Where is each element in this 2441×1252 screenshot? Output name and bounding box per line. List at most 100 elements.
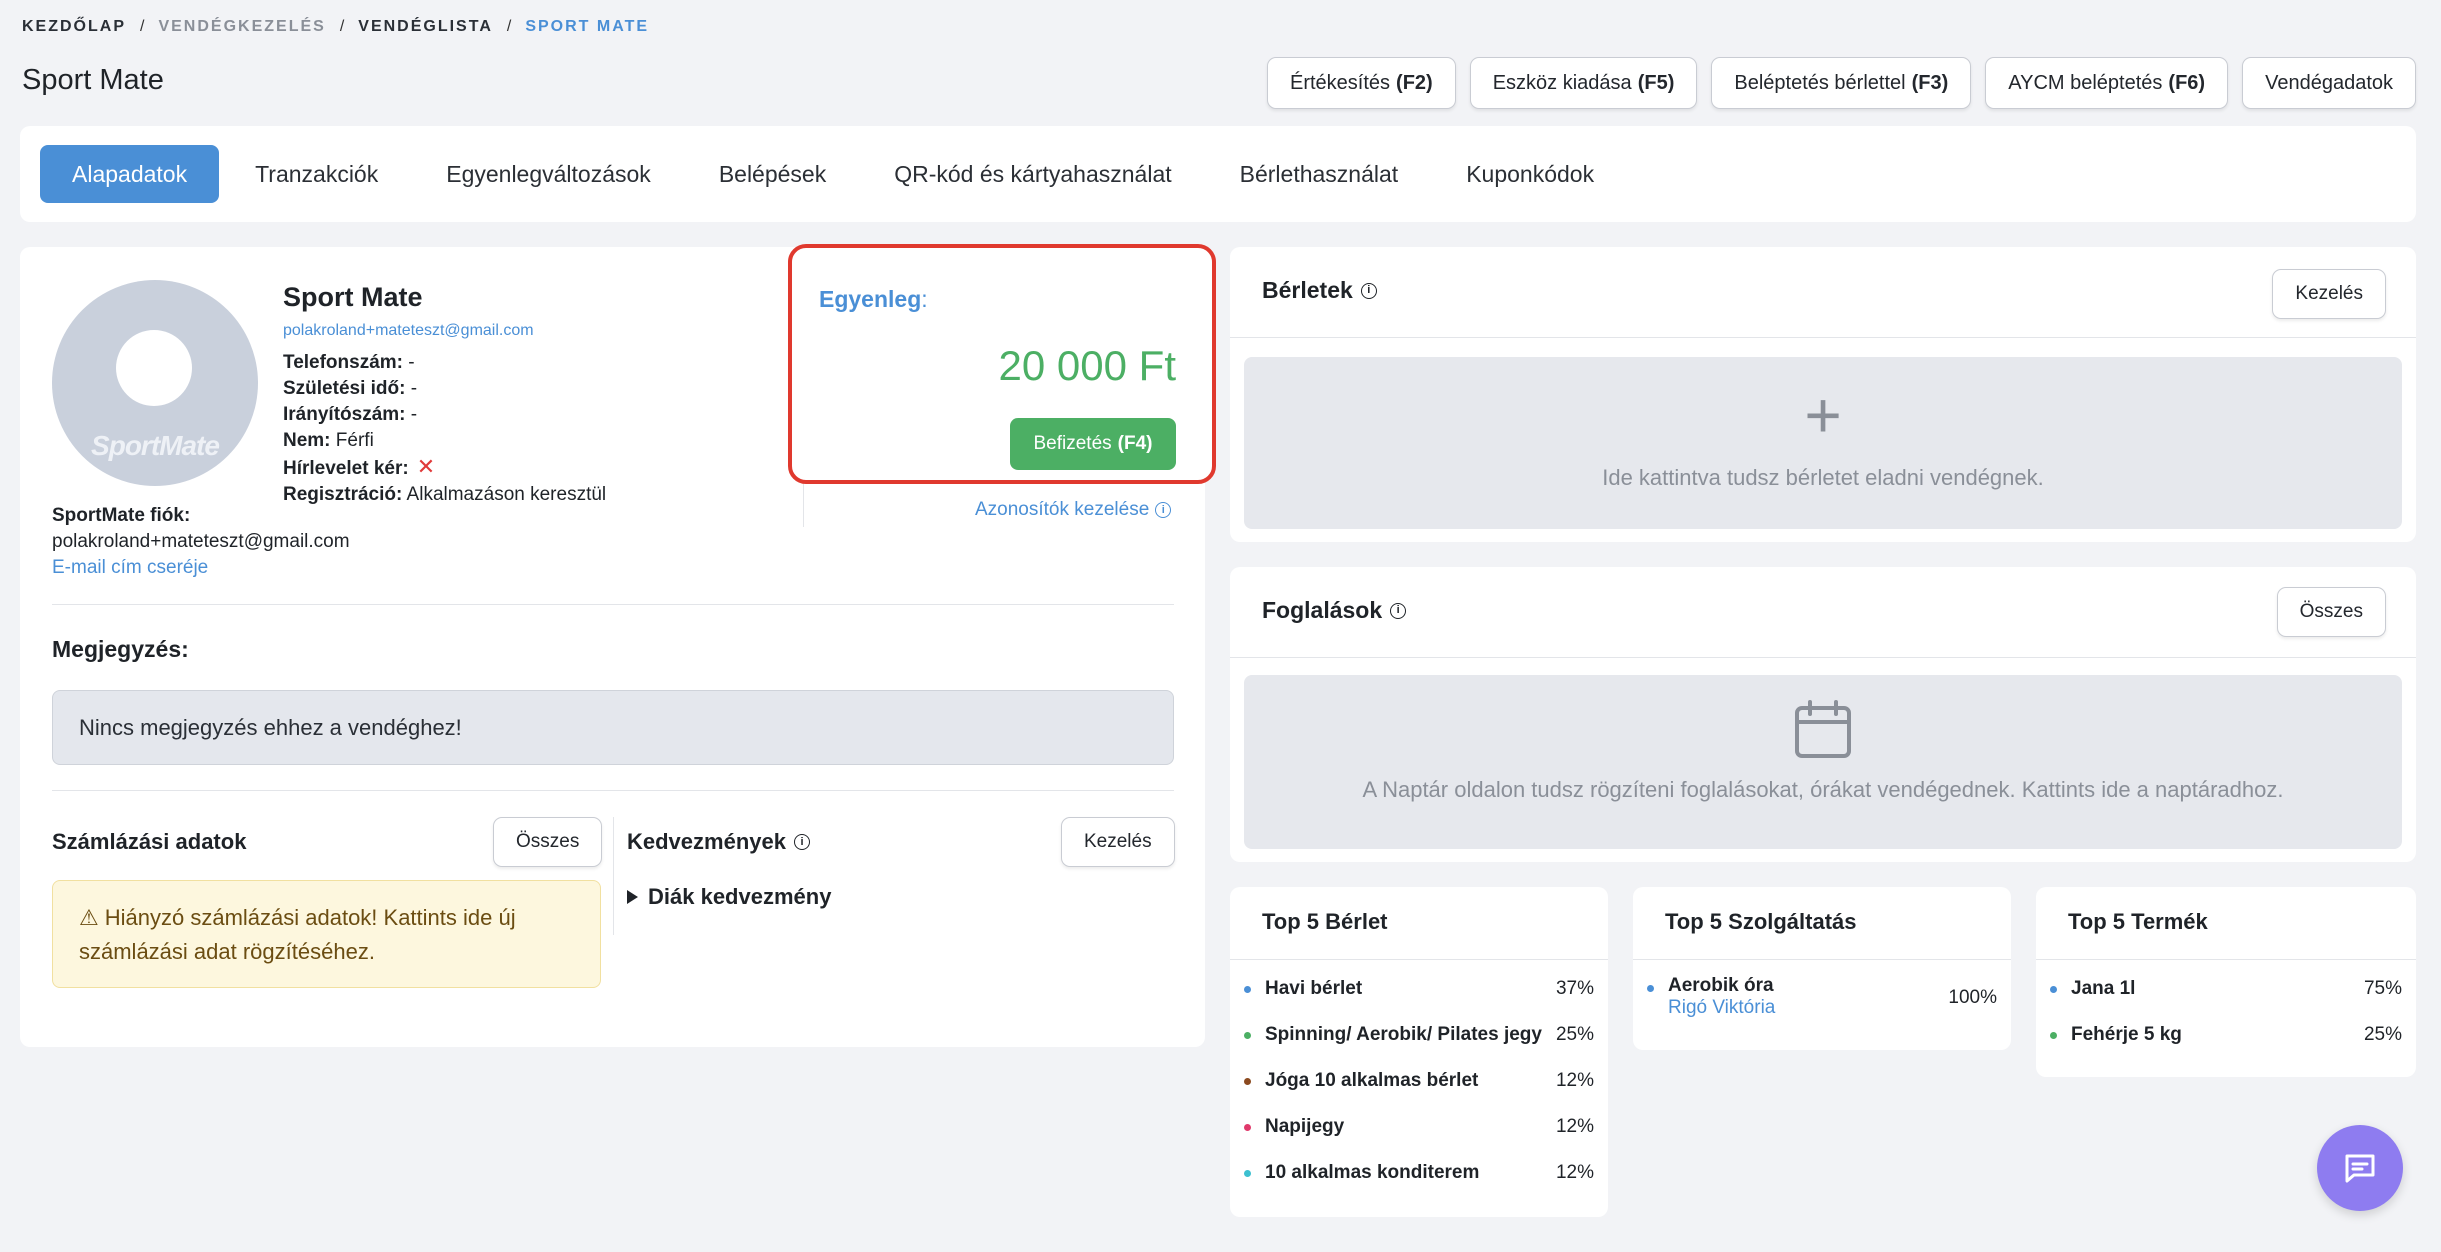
deposit-shortcut: (F4) — [1117, 433, 1153, 454]
birth-value: - — [410, 378, 418, 399]
note-field[interactable]: Nincs megjegyzés ehhez a vendéghez! — [52, 690, 1174, 765]
passes-card: Bérletek i Kezelés + Ide kattintva tudsz… — [1230, 247, 2416, 542]
pass-checkin-shortcut: (F3) — [1911, 71, 1949, 94]
info-icon[interactable]: i — [793, 834, 810, 850]
info-icon[interactable]: i — [1360, 282, 1377, 299]
bookings-title: Foglalások i — [1262, 597, 1407, 624]
billing-warning-text: Hiányzó számlázási adatok! Kattints ide … — [79, 905, 516, 964]
tab-pass-usage[interactable]: Bérlethasználat — [1208, 145, 1431, 203]
billing-warning[interactable]: ⚠ Hiányzó számlázási adatok! Kattints ide… — [52, 880, 601, 988]
balance-label-colon: : — [921, 286, 928, 312]
breadcrumb-guest-list[interactable]: VENDÉGLISTA — [358, 18, 493, 36]
legend-dot — [2050, 1031, 2057, 1039]
item-percent: 12% — [1555, 1162, 1594, 1183]
item-percent: 100% — [1948, 987, 1997, 1008]
avatar-head — [116, 330, 192, 406]
divider — [1230, 657, 2416, 658]
breadcrumb-guest-management[interactable]: VENDÉGKEZELÉS — [158, 18, 325, 36]
phone-row: Telefonszám: - — [283, 350, 606, 376]
breadcrumb-home[interactable]: KEZDŐLAP — [22, 18, 126, 36]
top-products-title: Top 5 Termék — [2068, 909, 2208, 934]
item-name: Havi bérlet — [1265, 978, 1363, 999]
zip-row: Irányítószám: - — [283, 402, 606, 428]
bookings-all-button[interactable]: Összes — [2276, 587, 2386, 637]
equipment-issue-button[interactable]: Eszköz kiadása (F5) — [1469, 57, 1698, 109]
registration-label: Regisztráció: — [283, 484, 403, 505]
account-label: SportMate fiók: — [52, 505, 191, 526]
passes-manage-button[interactable]: Kezelés — [2272, 269, 2386, 319]
guest-details: Telefonszám: - Születési idő: - Irányító… — [283, 350, 606, 508]
change-email-link[interactable]: E-mail cím cseréje — [52, 555, 350, 581]
birth-row: Születési idő: - — [283, 376, 606, 402]
item-percent: 75% — [2363, 978, 2402, 999]
close-icon: ✕ — [416, 454, 436, 479]
info-icon[interactable]: i — [1390, 602, 1407, 619]
chat-button[interactable] — [2317, 1125, 2403, 1211]
zip-value: - — [410, 404, 418, 425]
equipment-issue-shortcut: (F5) — [1637, 71, 1675, 94]
list-item: Havi bérlet 37% — [1244, 978, 1594, 1000]
discount-item[interactable]: Diák kedvezmény — [627, 884, 831, 910]
calendar-icon — [1795, 700, 1851, 758]
gender-value: Férfi — [335, 430, 374, 451]
pass-checkin-label: Beléptetés bérlettel — [1734, 71, 1906, 94]
sportmate-account: SportMate fiók: polakroland+mateteszt@gm… — [52, 503, 350, 581]
passes-empty-text: Ide kattintva tudsz bérletet eladni vend… — [1602, 465, 2044, 490]
sell-button-label: Értékesítés — [1290, 71, 1391, 94]
breadcrumb-separator: / — [140, 18, 145, 35]
plus-icon: + — [1804, 379, 1842, 451]
expand-triangle-icon — [627, 890, 638, 904]
tab-transactions[interactable]: Tranzakciók — [223, 145, 410, 203]
aycm-checkin-button[interactable]: AYCM beléptetés (F6) — [1985, 57, 2229, 109]
tab-basic-data[interactable]: Alapadatok — [40, 145, 220, 203]
divider — [1633, 959, 2011, 960]
item-percent: 25% — [1555, 1024, 1594, 1045]
registration-value: Alkalmazáson keresztül — [406, 484, 607, 505]
breadcrumb-current: SPORT MATE — [525, 18, 650, 35]
discounts-title-text: Kedvezmények — [627, 829, 786, 854]
tab-coupon-codes[interactable]: Kuponkódok — [1434, 145, 1626, 203]
item-percent: 12% — [1555, 1070, 1594, 1091]
tab-balance-changes[interactable]: Egyenlegváltozások — [414, 145, 683, 203]
guest-data-label: Vendégadatok — [2265, 71, 2393, 94]
sell-button[interactable]: Értékesítés (F2) — [1267, 57, 1456, 109]
guest-data-button[interactable]: Vendégadatok — [2242, 57, 2416, 109]
discount-item-label: Diák kedvezmény — [648, 884, 832, 909]
item-name: Aerobik óra — [1668, 975, 1774, 996]
item-name: Jana 1l — [2071, 978, 2136, 999]
billing-all-button[interactable]: Összes — [493, 817, 603, 867]
account-email: polakroland+mateteszt@gmail.com — [52, 531, 350, 552]
balance-box: Egyenleg: 20 000 Ft Befizetés (F4) — [788, 244, 1216, 484]
gender-label: Nem: — [283, 430, 331, 451]
phone-value: - — [408, 352, 415, 373]
list-item: Jóga 10 alkalmas bérlet 12% — [1244, 1070, 1594, 1092]
divider — [613, 817, 614, 935]
list-item: Spinning/ Aerobik/ Pilates jegy 25% — [1244, 1024, 1594, 1046]
discounts-manage-button[interactable]: Kezelés — [1061, 817, 1175, 867]
pass-checkin-button[interactable]: Beléptetés bérlettel (F3) — [1711, 57, 1972, 109]
calendar-link-area[interactable]: A Naptár oldalon tudsz rögzíteni foglalá… — [1244, 675, 2402, 849]
phone-label: Telefonszám: — [283, 352, 404, 373]
info-icon: i — [1155, 502, 1172, 518]
sell-button-shortcut: (F2) — [1396, 71, 1433, 94]
divider — [2036, 959, 2416, 960]
list-item: Napijegy 12% — [1244, 1116, 1594, 1138]
billing-title: Számlázási adatok — [52, 829, 247, 854]
deposit-button[interactable]: Befizetés (F4) — [1010, 418, 1176, 470]
list-item: Aerobik óra Rigó Viktória 100% — [1647, 975, 1997, 1019]
passes-title: Bérletek i — [1262, 277, 1377, 304]
gender-row: Nem: Férfi — [283, 428, 606, 454]
chat-icon — [2345, 1154, 2375, 1183]
sell-pass-area[interactable]: + Ide kattintva tudsz bérletet eladni ve… — [1244, 357, 2402, 529]
avatar-logo: SportMate — [91, 430, 220, 461]
top-passes-title: Top 5 Bérlet — [1262, 909, 1388, 934]
note-title: Megjegyzés: — [52, 636, 189, 662]
tab-entries[interactable]: Belépések — [687, 145, 858, 203]
tab-qr-card-usage[interactable]: QR-kód és kártyahasználat — [862, 145, 1203, 203]
warning-icon: ⚠ — [79, 905, 99, 930]
identifiers-link[interactable]: Azonosítók kezelése i — [975, 499, 1172, 521]
equipment-issue-label: Eszköz kiadása — [1492, 71, 1632, 94]
guest-email[interactable]: polakroland+mateteszt@gmail.com — [283, 322, 534, 340]
divider — [1230, 959, 1608, 960]
divider — [1230, 337, 2416, 338]
